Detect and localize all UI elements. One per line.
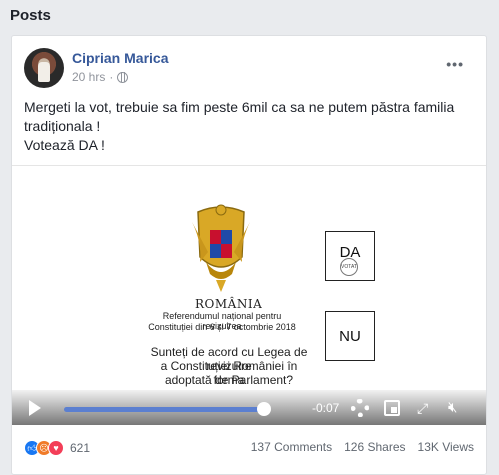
post-card: Ciprian Marica 20 hrs · ••• Mergeti la v… [11, 35, 487, 475]
post-text-line: Votează DA ! [24, 137, 105, 153]
post-text-line: Mergeti la vot, trebuie sa fim peste 6mi… [24, 99, 455, 115]
ballot-question-line: adoptată de Parlament? [164, 373, 294, 387]
video-controls: -0:07 ⤢ 🔇︎ [12, 390, 486, 425]
post-text: Mergeti la vot, trebuie sa fim peste 6mi… [24, 98, 474, 155]
vote-stamp: VOTAT [340, 258, 358, 276]
romania-coat-of-arms-icon [192, 204, 250, 292]
shares-link[interactable]: 126 Shares [344, 440, 405, 454]
picture-in-picture-icon[interactable] [384, 400, 400, 416]
post-text-line: tradiționala ! [24, 118, 101, 134]
engagement-stats: 137 Comments 126 Shares 13K Views [251, 440, 474, 454]
video-player[interactable]: ROMÂNIA Referendumul național pentru rev… [12, 165, 486, 425]
post-header: Ciprian Marica 20 hrs · ••• [24, 48, 474, 88]
time-remaining: -0:07 [312, 401, 340, 415]
comments-link[interactable]: 137 Comments [251, 440, 332, 454]
ballot-referendum-line: Constituției din 6 și 7 octombrie 2018 [148, 322, 296, 332]
engagement-bar: 👍︎ ☹︎ ♥ 621 137 Comments 126 Shares 13K … [24, 436, 474, 458]
views-count: 13K Views [417, 440, 474, 454]
mute-volume-icon[interactable]: 🔇︎ [448, 399, 457, 416]
author-name[interactable]: Ciprian Marica [72, 50, 168, 66]
settings-gear-icon[interactable] [351, 399, 369, 417]
love-reaction-icon: ♥ [48, 440, 64, 456]
post-time[interactable]: 20 hrs [72, 70, 105, 84]
reactions-summary[interactable]: 👍︎ ☹︎ ♥ 621 [24, 440, 90, 456]
globe-icon[interactable] [117, 71, 129, 83]
progress-handle[interactable] [257, 402, 271, 416]
play-icon[interactable] [29, 400, 41, 416]
ballot-no-label: NU [339, 327, 361, 345]
reactions-count[interactable]: 621 [70, 441, 90, 455]
progress-bar[interactable] [64, 407, 264, 412]
avatar-figure [38, 62, 50, 82]
dot-separator: · [109, 70, 114, 84]
fullscreen-icon[interactable]: ⤢ [417, 401, 431, 415]
more-options-icon[interactable]: ••• [446, 56, 464, 72]
avatar[interactable] [24, 48, 64, 88]
section-title: Posts [10, 7, 51, 24]
post-meta: 20 hrs · [72, 70, 129, 84]
ballot-no-box: NU [325, 311, 375, 361]
ballot-country: ROMÂNIA [195, 297, 263, 311]
